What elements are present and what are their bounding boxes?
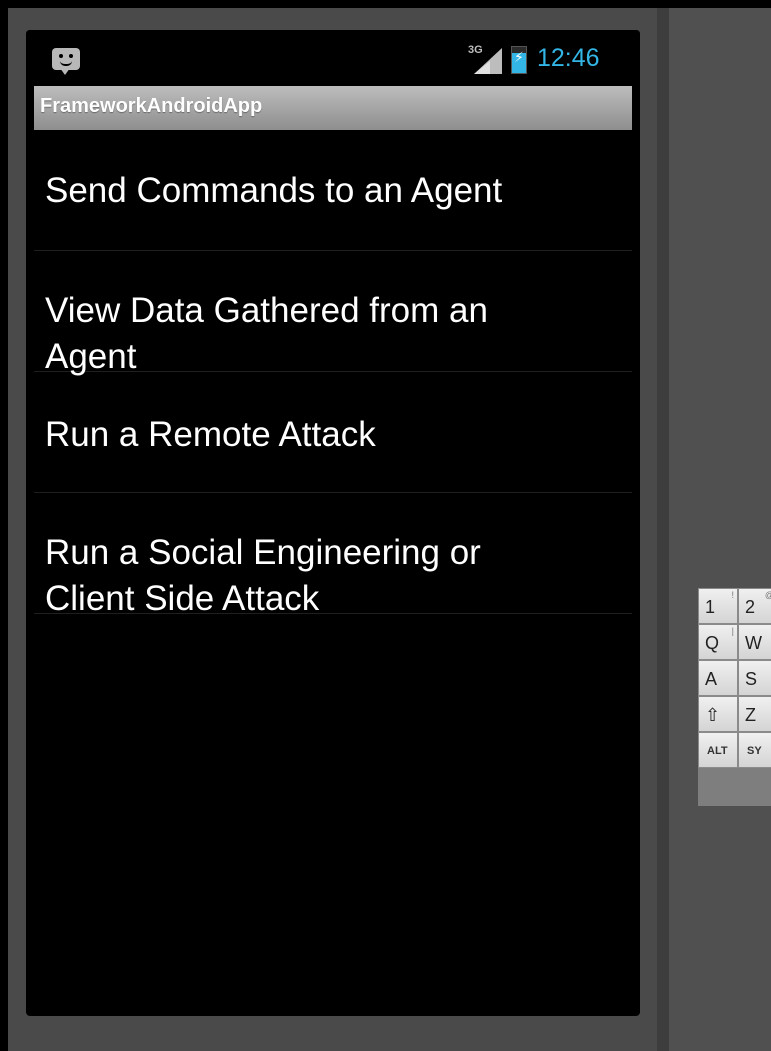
key-alt-label: | [731,626,734,636]
emulator-keyboard: 1 ! 2 @ Q | W A S ⇧ Z ALT SY [698,588,771,806]
emulator-divider [657,8,669,1051]
key-label: ALT [707,745,728,757]
signal-icon [474,48,502,74]
menu-item-send-commands[interactable]: Send Commands to an Agent [34,130,632,251]
key-shift[interactable]: ⇧ [698,696,738,732]
app-title: FrameworkAndroidApp [40,95,263,117]
key-w[interactable]: W [738,624,771,660]
menu-item-label-line1: Run a Social Engineering or [45,533,481,572]
charging-bolt-icon: ⚡ [514,50,524,66]
key-q[interactable]: Q | [698,624,738,660]
menu-item-label-line1: View Data Gathered from an [45,291,488,330]
emulator-window: 3G ⚡ 12:46 FrameworkAndroidApp Send Comm… [0,0,771,1051]
main-menu-list: Send Commands to an Agent View Data Gath… [34,130,632,618]
key-alt-label: ! [731,590,734,600]
status-clock: 12:46 [537,44,600,72]
key-label: 1 [705,597,716,617]
key-a[interactable]: A [698,660,738,696]
menu-item-view-data[interactable]: View Data Gathered from an Agent [34,251,632,376]
key-z[interactable]: Z [738,696,771,732]
key-label: A [705,669,718,689]
menu-item-social-engineering-attack[interactable]: Run a Social Engineering or Client Side … [34,493,632,618]
key-label: SY [747,745,762,757]
key-sym[interactable]: SY [738,732,771,768]
key-2[interactable]: 2 @ [738,588,771,624]
key-1[interactable]: 1 ! [698,588,738,624]
menu-item-label: Run a Remote Attack [45,415,376,454]
shift-icon: ⇧ [705,705,721,725]
menu-item-label: Send Commands to an Agent [45,171,503,210]
notification-chat-icon-tail [60,68,70,75]
emulator-side-panel [669,8,771,1051]
key-alt[interactable]: ALT [698,732,738,768]
key-label: Z [745,705,756,725]
key-label: 2 [745,597,756,617]
key-alt-label: @ [765,590,771,600]
key-s[interactable]: S [738,660,771,696]
key-label: W [745,633,762,653]
menu-item-remote-attack[interactable]: Run a Remote Attack [34,372,632,493]
phone-screen: 3G ⚡ 12:46 FrameworkAndroidApp Send Comm… [26,30,640,1016]
key-label: Q [705,633,720,653]
key-label: S [745,669,758,689]
app-title-bar: FrameworkAndroidApp [34,86,632,130]
menu-item-label-line2: Client Side Attack [45,579,320,618]
notification-chat-icon [52,48,80,75]
battery-charging-icon: ⚡ [511,46,527,74]
notification-chat-icon-mouth [60,61,72,66]
status-bar: 3G ⚡ 12:46 [26,30,640,86]
